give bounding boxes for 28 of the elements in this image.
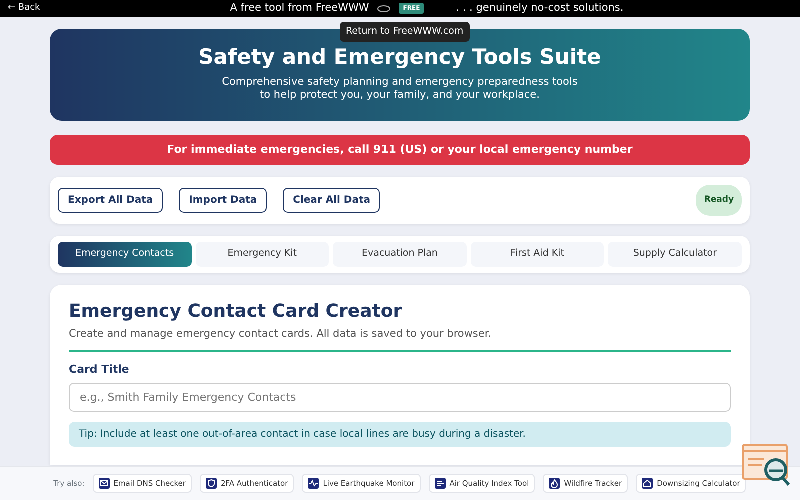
tool-icon bbox=[206, 478, 217, 489]
tab[interactable]: Emergency Contacts bbox=[58, 242, 192, 267]
field-label: Card Title bbox=[69, 362, 130, 378]
tip-box: Tip: Include at least one out-of-area contact in case local lines are busy during a disaster. bbox=[69, 422, 731, 447]
action-button[interactable]: Clear All Data bbox=[283, 188, 380, 213]
action-button[interactable]: Export All Data bbox=[58, 188, 164, 213]
tool-icon bbox=[549, 478, 560, 489]
panel-title: Emergency Contact Card Creator bbox=[69, 301, 404, 323]
page-subtitle: Comprehensive safety planning and emergency preparedness tools to help protect you, your family, and your workplace. bbox=[221, 76, 579, 102]
tab[interactable]: Supply Calculator bbox=[608, 242, 742, 267]
tagline-text: . . . genuinely no-cost solutions. bbox=[456, 0, 624, 16]
card-title-field[interactable]: e.g., Smith Family Emergency Contacts bbox=[69, 382, 731, 412]
tab[interactable]: Emergency Kit bbox=[196, 242, 330, 267]
back-link[interactable]: ← Back bbox=[8, 2, 40, 16]
search-icon[interactable] bbox=[742, 444, 792, 486]
tab[interactable]: First Aid Kit bbox=[470, 242, 604, 267]
promo-text: A free tool from FreeWWW bbox=[230, 0, 370, 16]
page-title: Safety and Emergency Tools Suite bbox=[198, 45, 602, 70]
panel-description: Create and manage emergency contact cards. All data is saved to your browser. bbox=[69, 326, 493, 342]
tab[interactable]: Evacuation Plan bbox=[333, 242, 467, 267]
status-pill: Ready bbox=[696, 185, 742, 216]
emergency-alert: For immediate emergencies, call 911 (US) or your local emergency number bbox=[50, 135, 750, 165]
tool-icon bbox=[642, 478, 654, 489]
tool-icon bbox=[308, 478, 320, 489]
tool-icon bbox=[98, 478, 110, 489]
action-button[interactable]: Import Data bbox=[179, 188, 268, 213]
tool-icon bbox=[434, 478, 446, 489]
tooltip: Return to FreeWWW.com bbox=[340, 22, 470, 42]
